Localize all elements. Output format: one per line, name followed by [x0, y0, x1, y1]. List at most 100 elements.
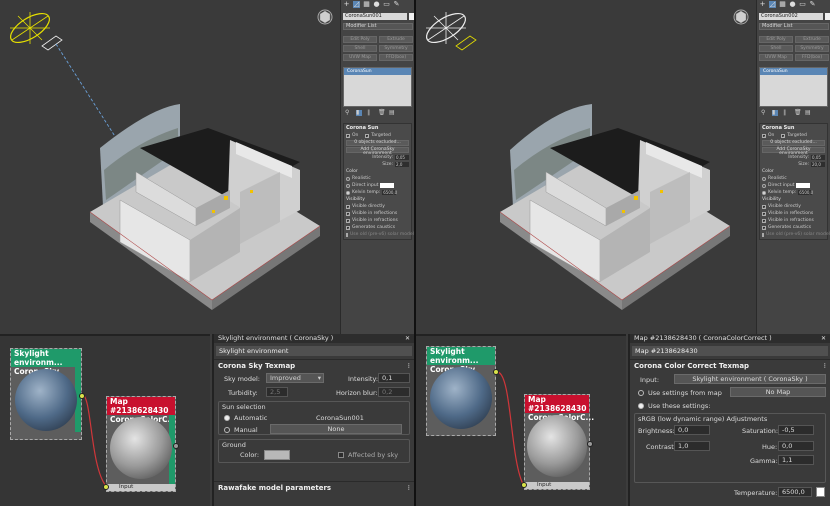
legacy-mode-checkbox[interactable]: [762, 232, 764, 237]
object-color-swatch[interactable]: [825, 13, 830, 20]
kelvin-spinner[interactable]: 6500,0: [798, 190, 813, 195]
size-spinner[interactable]: 2,0: [395, 162, 409, 167]
modifier-stack[interactable]: CoronaSun: [759, 67, 828, 107]
realistic-radio[interactable]: [346, 176, 350, 181]
input-socket[interactable]: [103, 484, 109, 490]
viewcube-icon[interactable]: [733, 9, 749, 25]
map-name-field[interactable]: Map #2138628430: [632, 346, 828, 356]
size-spinner[interactable]: 20,0: [811, 162, 825, 167]
display-tab-icon[interactable]: ▭: [799, 1, 806, 8]
on-checkbox[interactable]: ✓: [762, 133, 766, 138]
show-end-result-icon[interactable]: ▮: [356, 110, 362, 116]
output-socket[interactable]: [493, 369, 499, 375]
rollout-options-icon[interactable]: ⁞: [407, 482, 410, 494]
add-sky-env-button[interactable]: Add CoronaSky environment: [762, 147, 825, 156]
affected-by-sky-checkbox[interactable]: [338, 452, 344, 458]
add-sky-env-button[interactable]: Add CoronaSky environment: [346, 147, 409, 156]
targeted-checkbox[interactable]: ✓: [365, 133, 370, 138]
show-end-result-icon[interactable]: ▮: [772, 110, 778, 116]
contrast-spinner[interactable]: 1,0: [674, 441, 710, 451]
temperature-color-swatch[interactable]: [816, 487, 825, 497]
caustics-checkbox[interactable]: ✓: [346, 225, 350, 230]
manual-radio[interactable]: [224, 427, 230, 433]
utilities-tab-icon[interactable]: ✎: [393, 1, 400, 8]
remove-modifier-icon[interactable]: 🗑: [794, 110, 802, 116]
intensity-spinner[interactable]: 0,1: [378, 373, 410, 383]
modify-tab-icon[interactable]: ◿: [769, 1, 776, 8]
visible-reflections-checkbox[interactable]: ✓: [346, 211, 350, 216]
temperature-spinner[interactable]: 6500,0: [778, 487, 812, 497]
use-these-settings-radio[interactable]: [638, 403, 644, 409]
gamma-spinner[interactable]: 1,1: [778, 455, 814, 465]
output-socket[interactable]: [79, 393, 85, 399]
visible-directly-checkbox[interactable]: ✓: [346, 204, 350, 209]
turbidity-spinner[interactable]: 2,5: [266, 387, 288, 397]
remove-modifier-icon[interactable]: 🗑: [378, 110, 386, 116]
configure-sets-icon[interactable]: ▤: [389, 110, 395, 116]
stack-item-coronasun[interactable]: CoronaSun: [760, 68, 827, 75]
hierarchy-tab-icon[interactable]: ▦: [779, 1, 786, 8]
rollout-title[interactable]: Corona Sun: [762, 125, 825, 132]
automatic-radio[interactable]: [224, 415, 230, 421]
symmetry-button[interactable]: Symmetry: [795, 45, 829, 52]
modify-tab-icon[interactable]: ◿: [353, 1, 360, 8]
exclude-button[interactable]: 0 objects excluded...: [346, 140, 409, 146]
brightness-spinner[interactable]: 0,0: [674, 425, 710, 435]
sun-gizmo[interactable]: [422, 8, 477, 51]
motion-tab-icon[interactable]: ●: [373, 1, 380, 8]
direct-color-swatch[interactable]: [380, 183, 395, 188]
input-map-button[interactable]: Skylight environment ( CoronaSky ): [674, 374, 826, 384]
make-unique-icon[interactable]: ∥: [783, 110, 789, 116]
configure-sets-icon[interactable]: ▤: [805, 110, 811, 116]
create-tab-icon[interactable]: +: [759, 1, 766, 8]
display-tab-icon[interactable]: ▭: [383, 1, 390, 8]
viewcube-icon[interactable]: [317, 9, 333, 25]
output-socket[interactable]: [173, 443, 179, 449]
targeted-checkbox[interactable]: ✓: [781, 133, 786, 138]
rawafake-rollout-header[interactable]: Rawafake model parameters ⁞: [214, 481, 414, 493]
pin-stack-icon[interactable]: ⚲: [761, 110, 767, 116]
modifier-list-dropdown[interactable]: Modifier List: [343, 23, 413, 30]
close-icon[interactable]: ✕: [821, 334, 826, 343]
slate-node-view[interactable]: Skylight environm... CoronaSky Map #2138…: [416, 334, 626, 506]
kelvin-radio[interactable]: [346, 190, 350, 195]
utilities-tab-icon[interactable]: ✎: [809, 1, 816, 8]
symmetry-button[interactable]: Symmetry: [379, 45, 413, 52]
manual-sun-button[interactable]: None: [270, 424, 402, 434]
edit-poly-button[interactable]: Edit Poly: [759, 36, 793, 43]
input-slot[interactable]: Input: [107, 484, 175, 491]
no-map-button[interactable]: No Map: [730, 387, 826, 397]
hierarchy-tab-icon[interactable]: ▦: [363, 1, 370, 8]
shell-button[interactable]: Shell: [759, 45, 793, 52]
hue-spinner[interactable]: 0,0: [778, 441, 814, 451]
exclude-button[interactable]: 0 objects excluded...: [762, 140, 825, 146]
color-correct-node[interactable]: Map #2138628430 CoronaColorC... Input: [521, 394, 594, 490]
direct-input-radio[interactable]: [346, 183, 350, 188]
slate-node-view[interactable]: Skylight environm... CoronaSky Map #2138…: [0, 334, 210, 506]
color-correct-rollout-header[interactable]: Corona Color Correct Texmap ⁞: [630, 359, 830, 371]
uvw-map-button[interactable]: UVW Map: [343, 54, 377, 61]
viewport-perspective[interactable]: [0, 0, 340, 334]
visible-directly-checkbox[interactable]: ✓: [762, 204, 766, 209]
map-name-field[interactable]: Skylight environment: [216, 346, 412, 356]
visible-reflections-checkbox[interactable]: ✓: [762, 211, 766, 216]
pin-stack-icon[interactable]: ⚲: [345, 110, 351, 116]
viewport-perspective[interactable]: [416, 0, 756, 334]
legacy-mode-checkbox[interactable]: [346, 232, 348, 237]
direct-input-radio[interactable]: [762, 183, 766, 188]
ground-color-swatch[interactable]: [264, 450, 290, 460]
coronasky-node[interactable]: Skylight environm... CoronaSky: [10, 348, 85, 440]
direct-color-swatch[interactable]: [796, 183, 811, 188]
ffd-box-button[interactable]: FFD(box): [795, 54, 829, 61]
modifier-list-dropdown[interactable]: Modifier List: [759, 23, 829, 30]
make-unique-icon[interactable]: ∥: [367, 110, 373, 116]
extrude-button[interactable]: Extrude: [795, 36, 829, 43]
modifier-stack[interactable]: CoronaSun: [343, 67, 412, 107]
uvw-map-button[interactable]: UVW Map: [759, 54, 793, 61]
shell-button[interactable]: Shell: [343, 45, 377, 52]
use-settings-map-radio[interactable]: [638, 390, 644, 396]
input-slot[interactable]: Input: [525, 482, 589, 489]
color-correct-node[interactable]: Map #2138628430 CoronaColorC... Input: [103, 396, 179, 492]
output-socket[interactable]: [587, 441, 593, 447]
object-name-field[interactable]: CoronaSun002: [759, 13, 830, 20]
